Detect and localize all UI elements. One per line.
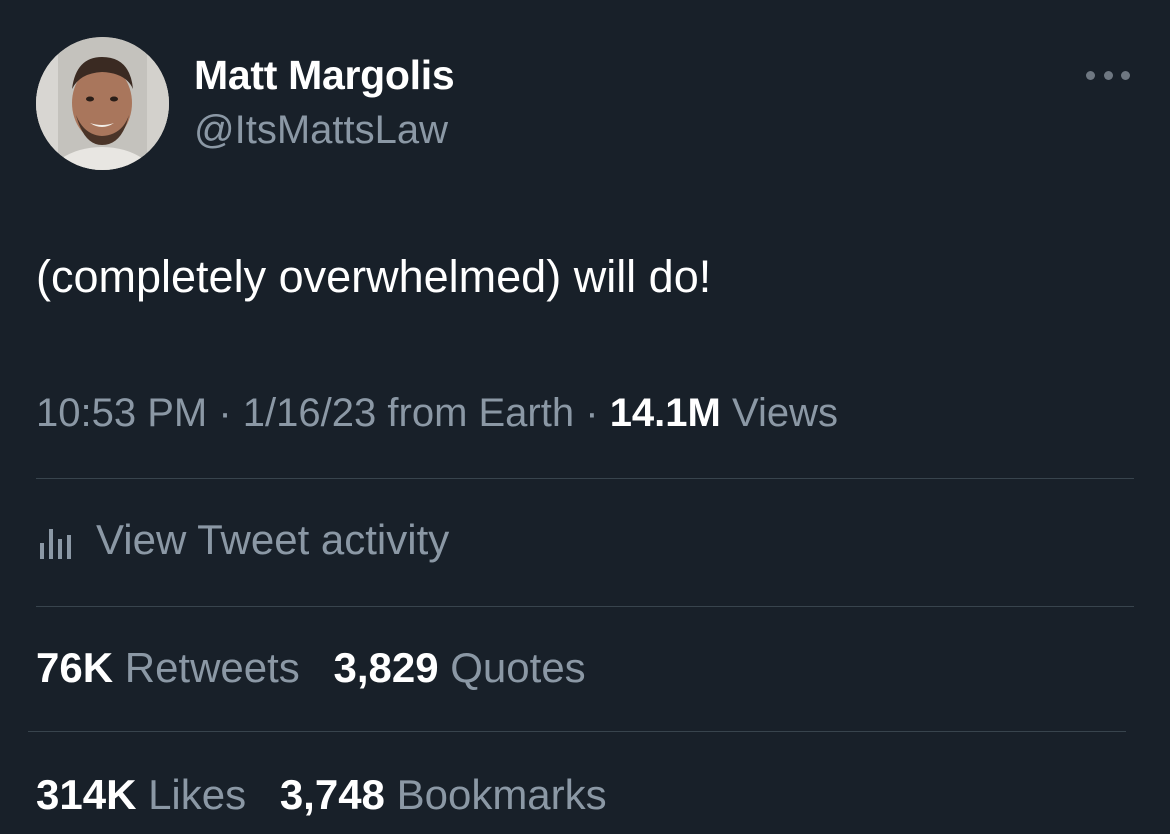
likes-stat[interactable]: 314K Likes <box>36 771 246 818</box>
dot <box>1103 70 1113 80</box>
profile-photo <box>36 37 169 170</box>
bookmarks-label: Bookmarks <box>396 771 607 818</box>
tweet-metadata: 10:53 PM · 1/16/23 from Earth · 14.1M Vi… <box>36 391 838 436</box>
view-tweet-activity-button[interactable]: View Tweet activity <box>36 512 449 568</box>
bar-chart-icon <box>40 529 71 559</box>
bookmarks-count: 3,748 <box>279 771 385 818</box>
author-handle[interactable]: @ItsMattsLaw <box>194 108 448 153</box>
views-count: 14.1M <box>609 391 721 435</box>
dot <box>1121 70 1130 80</box>
likes-count: 314K <box>36 771 137 818</box>
engagement-stats-row: 76K Retweets 3,829 Quotes <box>36 644 608 692</box>
tweet-text: (completely overwhelmed) will do! <box>36 251 712 302</box>
quotes-label: Quotes <box>450 644 586 691</box>
tweet-detail: Matt Margolis @ItsMattsLaw (completely o… <box>0 0 1170 834</box>
view-tweet-activity-label: View Tweet activity <box>96 516 450 563</box>
quotes-count: 3,829 <box>333 644 439 691</box>
divider <box>28 731 1126 732</box>
bookmarks-stat[interactable]: 3,748 Bookmarks <box>280 771 607 818</box>
more-horizontal-icon[interactable] <box>1086 64 1130 86</box>
tweet-source: from Earth <box>387 391 575 435</box>
separator: · <box>218 391 232 435</box>
divider <box>36 478 1134 479</box>
retweets-count: 76K <box>36 644 114 691</box>
retweets-stat[interactable]: 76K Retweets <box>36 644 300 691</box>
author-display-name[interactable]: Matt Margolis <box>194 52 455 99</box>
views-label: Views <box>731 391 838 435</box>
dot <box>1086 70 1095 80</box>
engagement-stats-row: 314K Likes 3,748 Bookmarks <box>36 771 629 819</box>
tweet-time[interactable]: 10:53 PM <box>36 391 207 435</box>
tweet-date[interactable]: 1/16/23 <box>243 391 376 435</box>
separator: · <box>585 391 599 435</box>
retweets-label: Retweets <box>124 644 300 691</box>
quotes-stat[interactable]: 3,829 Quotes <box>333 644 585 691</box>
divider <box>36 606 1134 607</box>
likes-label: Likes <box>148 771 247 818</box>
avatar[interactable] <box>36 37 169 170</box>
